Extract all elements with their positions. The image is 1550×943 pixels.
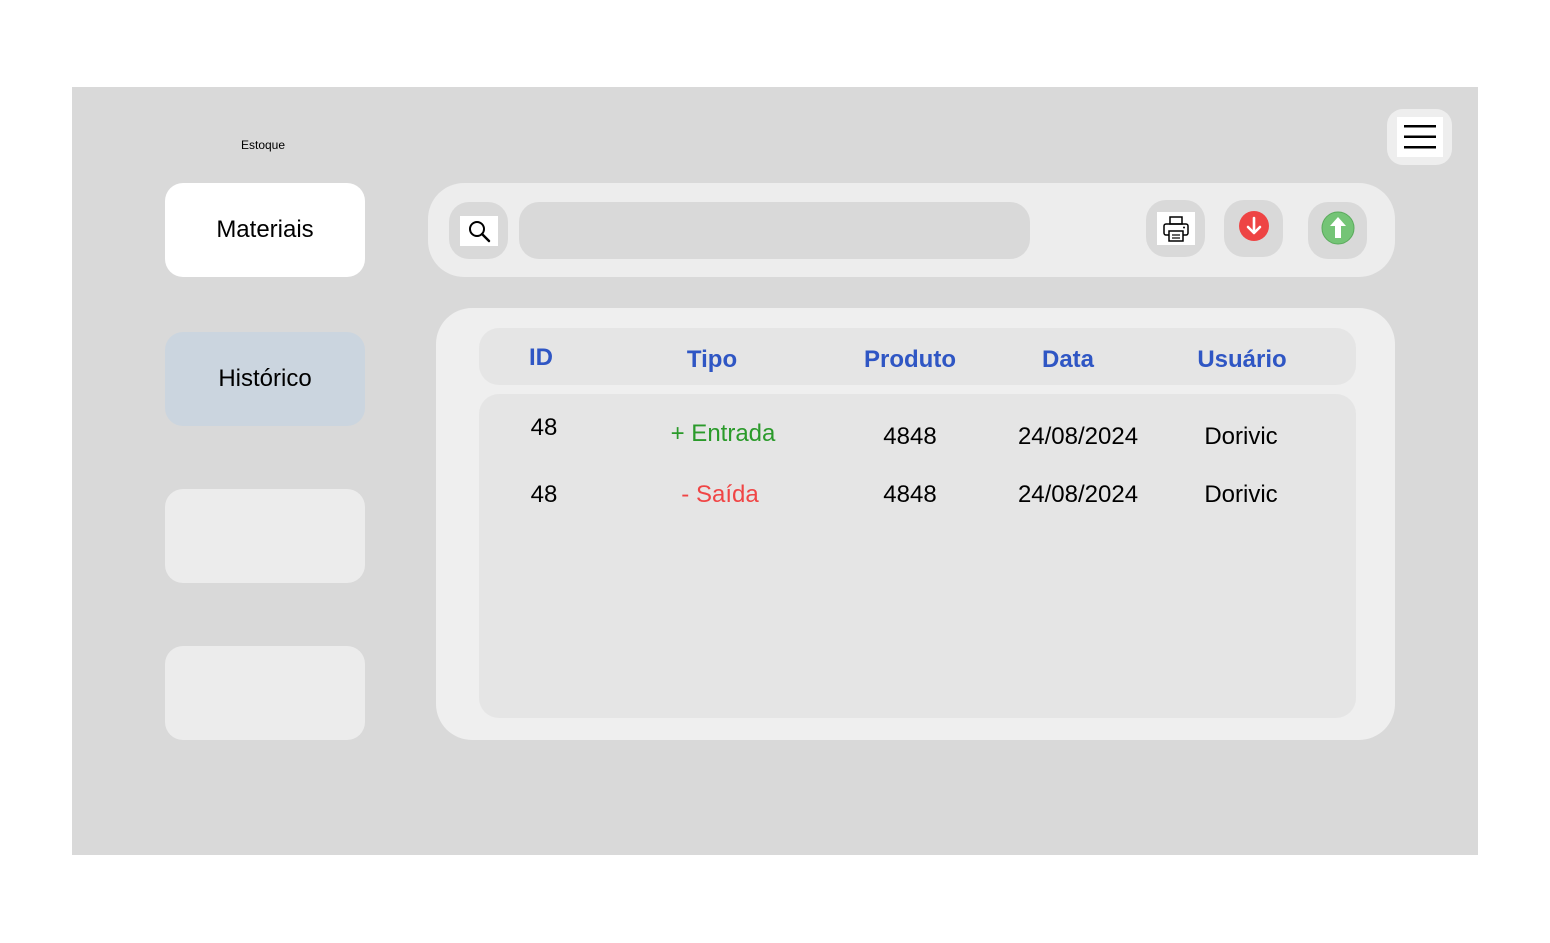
column-header-produto[interactable]: Produto xyxy=(864,346,956,374)
column-header-id[interactable]: ID xyxy=(529,344,553,372)
column-header-usuario[interactable]: Usuário xyxy=(1197,346,1286,374)
table-row-1-tipo: + Entrada xyxy=(670,420,776,447)
printer-icon xyxy=(1156,212,1195,245)
table-row-1-data: 24/08/2024 xyxy=(1017,423,1139,450)
sidebar-item-materiais[interactable]: Materiais xyxy=(165,183,365,277)
table-row-1-id: 48 xyxy=(530,414,558,441)
table-row-2-tipo: - Saída xyxy=(681,481,759,508)
table-row-2-id: 48 xyxy=(530,481,558,508)
sidebar-item-empty[interactable] xyxy=(165,646,365,740)
table-row-1-usuario: Dorivic xyxy=(1204,423,1278,450)
stock-out-button[interactable] xyxy=(1224,200,1283,257)
table-row-1-produto: 4848 xyxy=(883,423,937,450)
arrow-down-red-icon xyxy=(1238,210,1270,247)
column-header-tipo[interactable]: Tipo xyxy=(687,346,737,374)
hamburger-menu-icon xyxy=(1396,117,1443,157)
search-input[interactable] xyxy=(519,202,1030,259)
table-row-2-produto: 4848 xyxy=(883,481,937,508)
sidebar-item-historico[interactable]: Histórico xyxy=(165,332,365,426)
column-header-data[interactable]: Data xyxy=(1042,346,1094,374)
menu-button[interactable] xyxy=(1387,109,1452,165)
table-row-2-usuario: Dorivic xyxy=(1204,481,1278,508)
arrow-up-green-icon xyxy=(1321,211,1355,250)
sidebar-item-empty[interactable] xyxy=(165,489,365,583)
sidebar-item-label: Histórico xyxy=(218,365,312,392)
print-button[interactable] xyxy=(1146,200,1205,257)
stock-in-button[interactable] xyxy=(1308,202,1367,259)
sidebar-item-label: Materiais xyxy=(216,216,314,243)
search-button[interactable] xyxy=(449,202,508,259)
search-icon xyxy=(459,215,498,246)
table-row-2-data: 24/08/2024 xyxy=(1017,481,1139,508)
app-title: Estoque xyxy=(241,138,286,152)
